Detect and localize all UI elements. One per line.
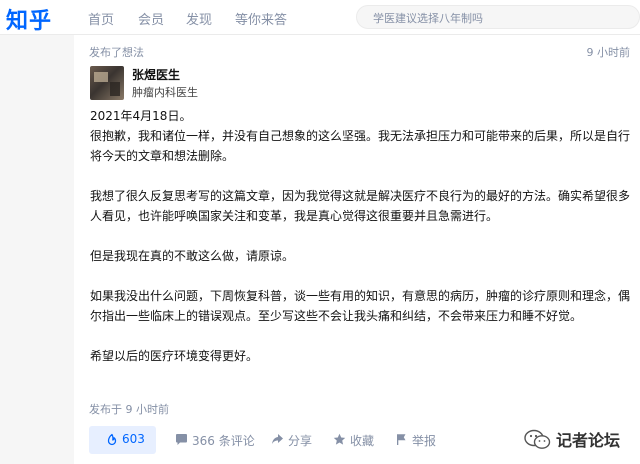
post-paragraph: 希望以后的医疗环境变得更好。 [90, 349, 259, 363]
nav-home[interactable]: 首页 [88, 9, 114, 28]
share-icon [272, 434, 283, 444]
search-box[interactable] [356, 5, 640, 29]
star-icon [333, 433, 346, 445]
report-label: 举报 [412, 434, 437, 448]
flag-icon [397, 434, 406, 445]
comment-label: 366 条评论 [192, 434, 255, 448]
share-label: 分享 [288, 434, 313, 448]
post-date-line: 2021年4月18日。 [90, 109, 192, 123]
search-input[interactable] [371, 9, 635, 27]
wechat-icon [524, 429, 551, 449]
post-paragraph: 但是我现在真的不敢这么做，请原谅。 [90, 249, 295, 263]
like-count: 603 [122, 432, 145, 446]
watermark-text: 记者论坛 [556, 431, 621, 450]
post-action-label: 发布了想法 [89, 46, 144, 59]
published-time: 发布于 9 小时前 [89, 403, 169, 416]
post-content: 2021年4月18日。 很抱歉，我和诸位一样，并没有自己想象的这么坚强。我无法承… [90, 106, 630, 386]
post-paragraph: 我想了很久反复思考写的这篇文章，因为我觉得这就是解决医疗不良行为的最好的方法。确… [90, 189, 631, 223]
favorite-label: 收藏 [350, 434, 375, 448]
post-paragraph: 很抱歉，我和诸位一样，并没有自己想象的这么坚强。我无法承担压力和可能带来的后果，… [90, 129, 631, 163]
like-button[interactable]: 603 [89, 426, 156, 454]
post-card: 发布了想法 9 小时前 张煜医生 肿瘤内科医生 2021年4月18日。 很抱歉，… [74, 35, 640, 464]
zhihu-logo[interactable]: 知乎 [6, 3, 52, 35]
post-paragraph: 如果我没出什么问题，下周恢复科普，谈一些有用的知识，有意思的病历，肿瘤的诊疗原则… [90, 289, 631, 323]
nav-waiting-answers[interactable]: 等你来答 [235, 9, 287, 28]
top-bar: 知乎 首页 会员 发现 等你来答 [0, 0, 640, 35]
comment-icon [176, 434, 187, 445]
author-title: 肿瘤内科医生 [132, 86, 198, 99]
nav-membership[interactable]: 会员 [138, 9, 164, 28]
post-time: 9 小时前 [586, 46, 631, 59]
avatar[interactable] [90, 66, 124, 100]
like-icon [107, 433, 117, 446]
author-name[interactable]: 张煜医生 [132, 66, 180, 83]
nav-discover[interactable]: 发现 [186, 9, 212, 28]
